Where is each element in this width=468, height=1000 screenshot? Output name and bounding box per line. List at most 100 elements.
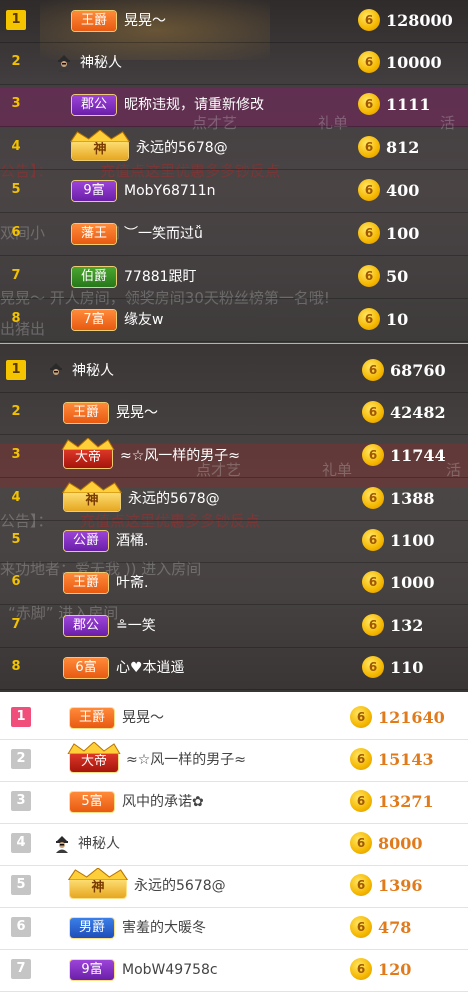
user-nickname[interactable]: 酒桶. [116,531,148,551]
coin-amount: 478 [378,918,412,937]
user-nickname[interactable]: 叶斋. [116,573,148,593]
rank-badge: 6富 [64,658,108,678]
coin-icon: 6 [358,51,380,73]
ranking-row[interactable]: 2 王爵 晃晃～ 6 42482 [0,392,468,435]
coin-amount: 13271 [378,792,434,811]
user-nickname[interactable]: 晃晃～ [116,403,158,423]
coin-icon: 6 [350,874,372,896]
ranking-row[interactable]: 2 大帝 ≈☆风一样的男子≈ 6 15143 [0,739,468,782]
user-nickname[interactable]: ≈☆风一样的男子≈ [120,446,240,466]
user-nickname[interactable]: 风中的承诺✿ [122,792,204,812]
ranking-row[interactable]: 6 男爵 害羞的大暖冬 6 478 [0,907,468,950]
rank-number: 3 [11,447,21,462]
user-nickname[interactable]: 神秘人 [72,361,114,381]
rank-badge: 大帝 [61,437,115,468]
ranking-row[interactable]: 5 9富 MobY68711n 6 400 [0,170,468,213]
rank-badge-label: 大帝 [80,754,107,769]
coin-amount: 121640 [378,708,445,727]
ranking-row[interactable]: 6 藩王 ︶一笑而过ǚ 6 100 [0,213,468,256]
rank-number: 2 [11,54,21,69]
ranking-row[interactable]: 1 王爵 晃晃～ 6 128000 [0,0,468,43]
rank-number: 1 [11,707,31,727]
rank-badge-label: 神 [85,493,99,508]
coin-amount: 68760 [390,361,446,380]
rank-badge-label: 神 [93,142,107,157]
coin-icon: 6 [350,790,372,812]
user-nickname[interactable]: MobW49758c [122,960,218,980]
rank-badge: 郡公 [72,95,116,115]
coin-icon: 6 [350,916,372,938]
coin-icon: 6 [350,748,372,770]
coin-amount: 15143 [378,750,434,769]
coin-icon: 6 [358,222,380,244]
rank-number: 1 [6,10,26,30]
rank-number: 4 [11,490,21,505]
rank-badge: 王爵 [64,573,108,593]
user-nickname[interactable]: 永远的5678@ [128,489,220,509]
user-nickname[interactable]: 缘友w [124,310,163,330]
user-nickname[interactable]: 晃晃～ [124,11,166,31]
rank-number: 1 [6,360,26,380]
rank-badge-label: 郡公 [72,618,99,633]
rank-badge-label: 王爵 [72,575,99,590]
rank-badge: 男爵 [70,918,114,938]
ranking-panel-2: 公告】： 充值点这里优惠多多钞反点 来功地者：爱无我 )) 进入房间 “赤脚” 进入房… [0,344,468,692]
ranking-row[interactable]: 8 6富 心♥本逍遥 6 110 [0,647,468,690]
rank-badge: 藩王 [72,224,116,244]
user-nickname[interactable]: 永远的5678@ [134,876,226,896]
rank-badge-label: 伯爵 [80,269,107,284]
rank-badge: 7富 [72,310,116,330]
user-nickname[interactable]: 神秘人 [80,53,122,73]
ranking-row[interactable]: 4 神 永远的5678@ 6 812 [0,127,468,170]
user-nickname[interactable]: 77881跟盯 [124,267,197,287]
coin-amount: 120 [378,960,412,979]
user-nickname[interactable]: ︶一笑而过ǚ [124,224,203,244]
user-nickname[interactable]: ≈☆风一样的男子≈ [126,750,246,770]
rank-badge-label: 9富 [83,183,105,198]
user-nickname[interactable]: 害羞的大暖冬 [122,918,206,938]
user-nickname[interactable]: 永远的5678@ [136,138,228,158]
user-nickname[interactable]: ≗一笑 [116,616,156,636]
rank-badge: 神 [61,480,123,511]
coin-icon: 6 [362,401,384,423]
user-nickname[interactable]: 昵称违规，请重新修改 [124,95,264,115]
ranking-row[interactable]: 5 公爵 酒桶. 6 1100 [0,520,468,563]
user-nickname[interactable]: 晃晃～ [122,708,164,728]
user-nickname[interactable]: 神秘人 [78,834,120,854]
ranking-row[interactable]: 3 大帝 ≈☆风一样的男子≈ 6 11744 [0,435,468,478]
ranking-row[interactable]: 7 伯爵 77881跟盯 6 50 [0,256,468,299]
rank-number: 2 [11,749,31,769]
user-nickname[interactable]: 心♥本逍遥 [116,658,185,678]
ranking-panel-3: 1 王爵 晃晃～ 6 121640 2 大帝 ≈☆风一样的男子≈ 6 15143 3 5富 风中的承诺✿… [0,692,468,1000]
mystery-person-icon [56,54,72,72]
rank-number: 6 [11,917,31,937]
coin-amount: 132 [390,616,424,635]
ranking-row[interactable]: 3 5富 风中的承诺✿ 6 13271 [0,781,468,824]
ranking-row[interactable]: 2 神秘人 6 10000 [0,42,468,85]
rank-badge: 9富 [70,960,114,980]
ranking-row[interactable]: 8 7富 缘友w 6 10 [0,299,468,342]
user-nickname[interactable]: MobY68711n [124,181,216,201]
ranking-row[interactable]: 5 神 永远的5678@ 6 1396 [0,865,468,908]
ranking-row[interactable]: 4 神 永远的5678@ 6 1388 [0,478,468,521]
coin-icon: 6 [362,614,384,636]
coin-icon: 6 [358,136,380,158]
ranking-row[interactable]: 3 郡公 昵称违规，请重新修改 6 1111 [0,84,468,127]
rank-number: 3 [11,791,31,811]
coin-icon: 6 [362,444,384,466]
mystery-person-icon [54,835,70,853]
coin-icon: 6 [362,529,384,551]
ranking-row[interactable]: 1 神秘人 6 68760 [0,350,468,393]
coin-amount: 1100 [390,531,435,550]
ranking-row[interactable]: 7 郡公 ≗一笑 6 132 [0,605,468,648]
coin-amount: 1396 [378,876,423,895]
ranking-row[interactable]: 6 王爵 叶斋. 6 1000 [0,562,468,605]
rank-badge: 5富 [70,792,114,812]
ranking-row[interactable]: 1 王爵 晃晃～ 6 121640 [0,697,468,740]
coin-amount: 1111 [386,95,431,114]
rank-badge: 大帝 [67,741,121,772]
ranking-row[interactable]: 4 神秘人 6 8000 [0,823,468,866]
coin-amount: 1388 [390,489,435,508]
coin-amount: 100 [386,224,420,243]
ranking-row[interactable]: 7 9富 MobW49758c 6 120 [0,949,468,992]
